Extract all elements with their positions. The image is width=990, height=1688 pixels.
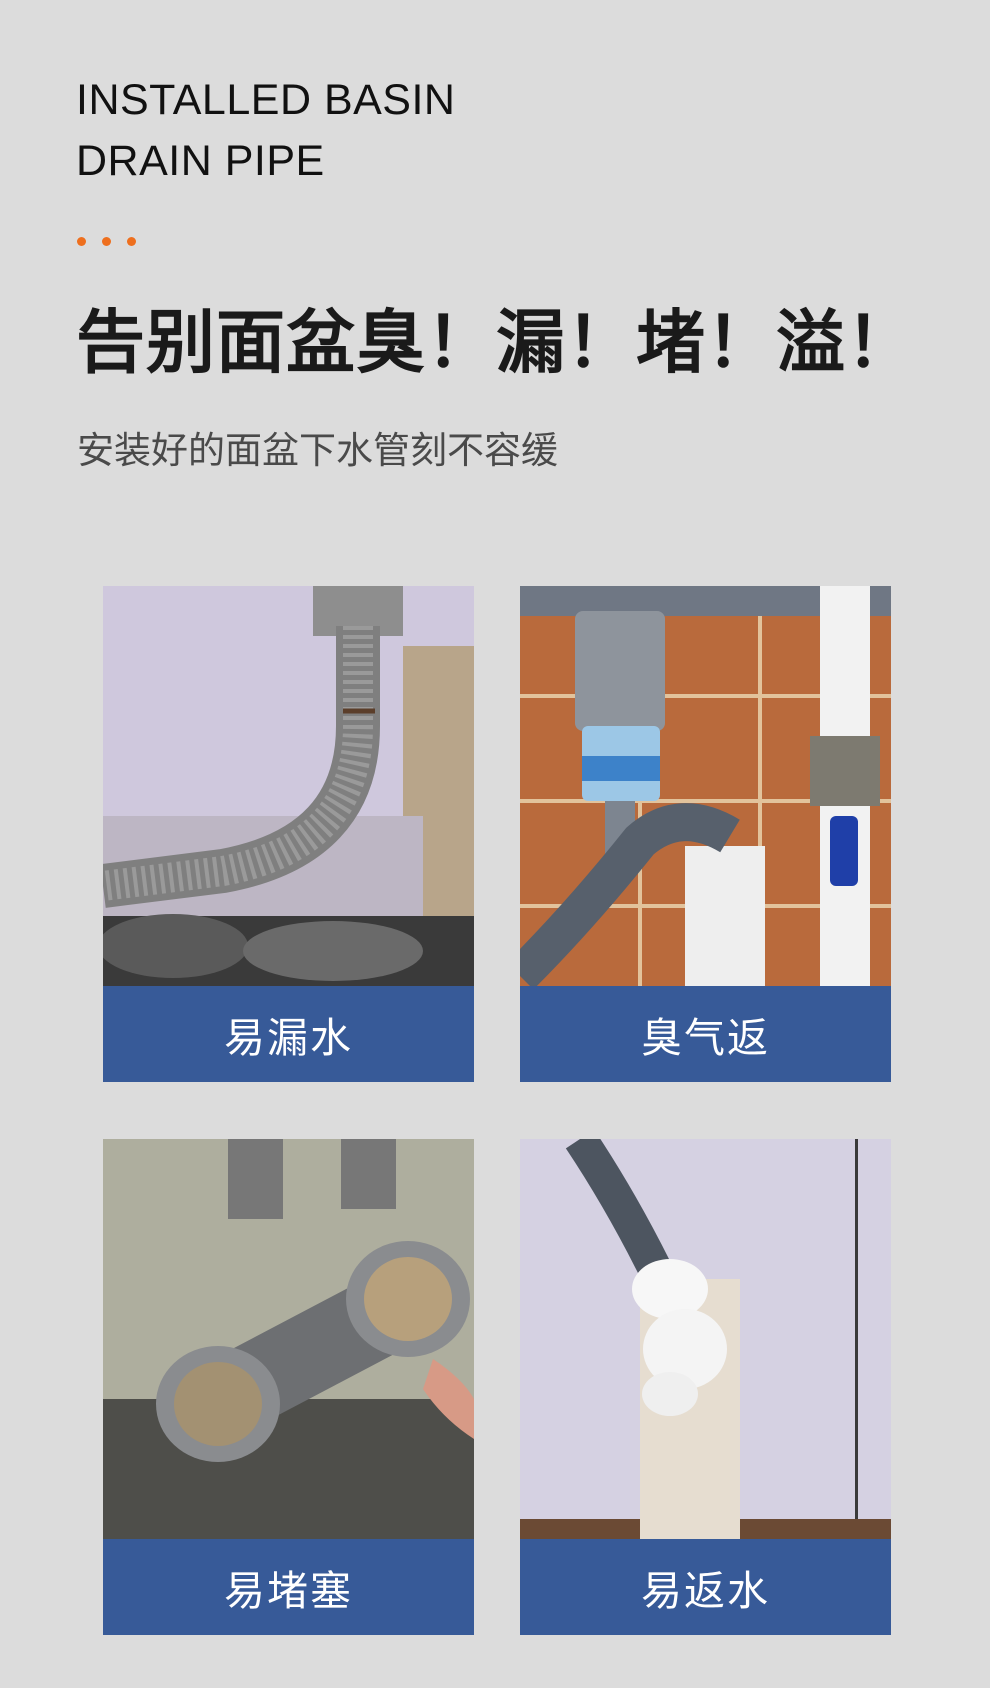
section-eyebrow: INSTALLED BASIN DRAIN PIPE xyxy=(76,70,456,192)
eyebrow-line-1: INSTALLED BASIN xyxy=(76,76,456,124)
problem-card-backflow: 易返水 xyxy=(520,1139,891,1635)
odor-pipe-photo xyxy=(520,586,891,986)
dot-icon xyxy=(102,237,111,246)
dot-icon xyxy=(127,237,136,246)
problem-card-clogging: 易堵塞 xyxy=(103,1139,474,1635)
page-headline: 告别面盆臭！漏！堵！溢！ xyxy=(76,303,916,383)
page-subtitle: 安装好的面盆下水管刻不容缓 xyxy=(77,429,558,472)
eyebrow-line-2: DRAIN PIPE xyxy=(76,137,325,185)
problem-caption: 易返水 xyxy=(520,1539,891,1635)
problem-caption: 易漏水 xyxy=(103,986,474,1082)
problem-caption: 臭气返 xyxy=(520,986,891,1082)
backflow-foam-photo xyxy=(520,1139,891,1539)
clogged-pipe-photo xyxy=(103,1139,474,1539)
problem-card-odor: 臭气返 xyxy=(520,586,891,1082)
problem-caption: 易堵塞 xyxy=(103,1539,474,1635)
problem-card-leaking: 易漏水 xyxy=(103,586,474,1082)
dot-icon xyxy=(77,237,86,246)
leaking-hose-photo xyxy=(103,586,474,986)
decorative-dots xyxy=(77,237,136,246)
